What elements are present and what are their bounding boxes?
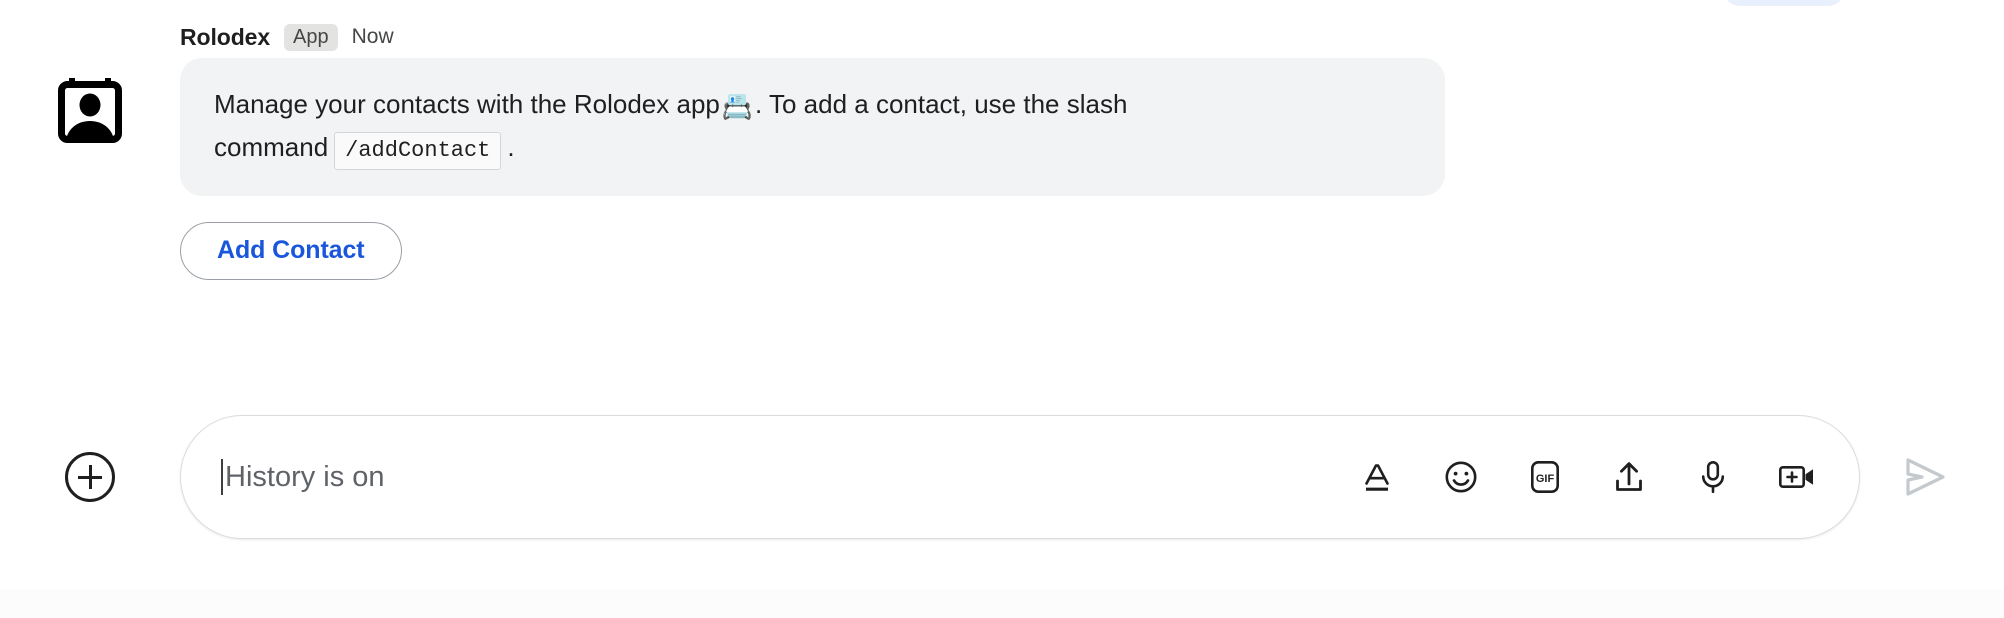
previous-message-bubble-sliver	[1724, 0, 1844, 6]
message-text-end: .	[507, 131, 515, 162]
slash-command-chip: /addContact	[334, 131, 502, 170]
message-header: Rolodex App Now	[180, 22, 2004, 52]
message-input-container[interactable]: History is on GIF	[180, 415, 1860, 539]
send-arrow-icon	[1899, 454, 1951, 500]
svg-text:GIF: GIF	[1536, 473, 1555, 485]
composer-icon-group: GIF	[1357, 457, 1817, 497]
microphone-icon[interactable]	[1693, 457, 1733, 497]
message-text-before-emoji: Manage your contacts with the Rolodex ap…	[214, 89, 720, 119]
chat-message: Rolodex App Now Manage your contacts wit…	[0, 22, 2004, 280]
add-contact-button[interactable]: Add Contact	[180, 221, 402, 280]
text-caret	[221, 459, 223, 495]
avatar-column	[0, 22, 180, 144]
message-input-wrap[interactable]: History is on	[221, 459, 1333, 495]
gif-icon[interactable]: GIF	[1525, 457, 1565, 497]
sender-name: Rolodex	[180, 23, 271, 50]
add-video-icon[interactable]	[1777, 457, 1817, 497]
format-text-icon[interactable]	[1357, 457, 1397, 497]
message-actions: Add Contact	[180, 221, 2004, 280]
contact-card-icon	[57, 74, 123, 144]
plus-circle-icon	[65, 452, 115, 502]
add-attachment-button[interactable]	[0, 452, 180, 502]
bottom-divider	[0, 590, 2004, 618]
message-timestamp: Now	[351, 25, 394, 48]
message-input-placeholder: History is on	[225, 460, 385, 493]
send-button[interactable]	[1860, 454, 1990, 500]
app-badge: App	[284, 23, 338, 51]
message-content: Rolodex App Now Manage your contacts wit…	[180, 22, 2004, 280]
message-body: Manage your contacts with the Rolodex ap…	[214, 84, 1409, 170]
upload-file-icon[interactable]	[1609, 457, 1649, 497]
emoji-icon[interactable]	[1441, 457, 1481, 497]
message-bubble: Manage your contacts with the Rolodex ap…	[180, 58, 1445, 196]
composer-bar: History is on GIF	[0, 415, 2004, 539]
card-index-emoji: 📇	[721, 93, 753, 121]
